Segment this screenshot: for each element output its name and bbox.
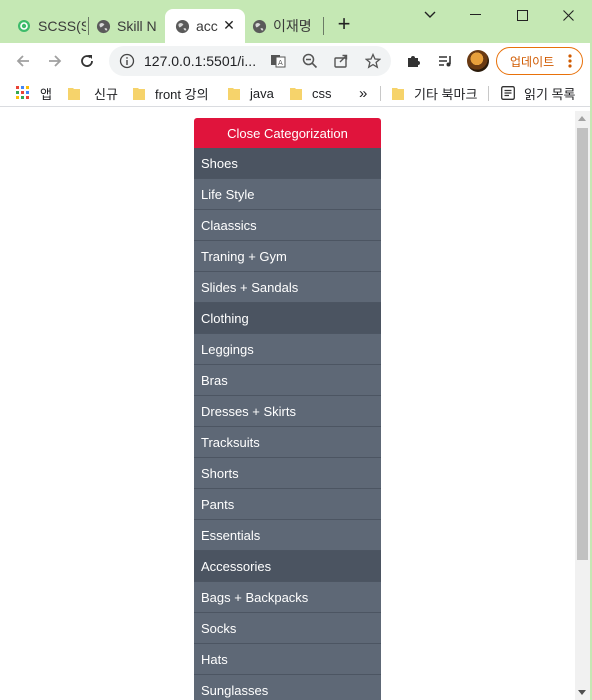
bookmark-label: 앱 xyxy=(40,86,52,102)
scroll-up-arrow-icon[interactable] xyxy=(578,116,586,121)
close-categorization-button[interactable]: Close Categorization xyxy=(194,118,381,148)
zoom-out-icon[interactable] xyxy=(301,52,319,70)
profile-avatar[interactable] xyxy=(467,50,489,72)
menu-category-heading[interactable]: Accessories xyxy=(194,551,381,582)
bookmark-folder-css[interactable]: css xyxy=(290,84,332,102)
forward-arrow-icon[interactable] xyxy=(43,49,67,73)
media-playlist-icon[interactable] xyxy=(433,49,457,73)
url-text: 127.0.0.1:5501/i... xyxy=(144,53,257,69)
folder-icon xyxy=(290,86,302,100)
menu-item[interactable]: Tracksuits xyxy=(194,427,381,458)
maximize-icon[interactable] xyxy=(507,4,537,26)
browser-toolbar: 127.0.0.1:5501/i... A 업데이트 xyxy=(0,43,592,79)
tab-search-chevron-icon[interactable] xyxy=(415,4,445,26)
share-icon[interactable] xyxy=(332,52,350,70)
tab-separator xyxy=(88,17,89,35)
menu-item[interactable]: Hats xyxy=(194,644,381,675)
scroll-down-arrow-icon[interactable] xyxy=(578,690,586,695)
bookmark-folder-new[interactable]: 신규 xyxy=(68,84,118,102)
menu-item[interactable]: Bras xyxy=(194,365,381,396)
page-viewport: Close Categorization Shoes Life Style Claa… xyxy=(0,111,575,700)
menu-item[interactable]: Dresses + Skirts xyxy=(194,396,381,427)
bookmarks-overflow-button[interactable]: » xyxy=(359,84,367,102)
tab-title: 이재명 xyxy=(273,18,312,34)
bookmark-folder-front[interactable]: front 강의 xyxy=(133,84,209,102)
menu-item[interactable]: Essentials xyxy=(194,520,381,551)
reload-icon[interactable] xyxy=(75,49,99,73)
vertical-scrollbar[interactable] xyxy=(575,111,590,700)
tab-skill[interactable]: Skill Nc xyxy=(95,9,157,43)
category-list: Shoes Life Style Claassics Traning + Gym Sli… xyxy=(194,148,381,700)
back-arrow-icon[interactable] xyxy=(11,49,35,73)
tab-scss[interactable]: SCSS(S xyxy=(16,9,86,43)
site-info-icon[interactable] xyxy=(119,53,135,69)
update-label: 업데이트 xyxy=(510,54,555,69)
menu-item[interactable]: Claassics xyxy=(194,210,381,241)
reading-list-icon xyxy=(501,86,515,100)
close-tab-icon[interactable]: ✕ xyxy=(221,17,237,33)
tab-title: acc xyxy=(196,18,218,34)
more-vertical-icon[interactable] xyxy=(568,53,572,69)
bookmark-folder-java[interactable]: java xyxy=(228,84,274,102)
minimize-icon[interactable] xyxy=(460,4,490,26)
globe-icon xyxy=(95,18,111,34)
folder-icon xyxy=(228,86,240,100)
extensions-puzzle-icon[interactable] xyxy=(401,49,425,73)
menu-item[interactable]: Sunglasses xyxy=(194,675,381,700)
menu-item[interactable]: Leggings xyxy=(194,334,381,365)
category-menu: Close Categorization Shoes Life Style Claa… xyxy=(194,118,381,700)
tab-news[interactable]: 이재명 xyxy=(251,9,321,43)
globe-icon xyxy=(174,18,190,34)
bookmarks-separator xyxy=(488,86,489,101)
other-bookmarks-folder[interactable]: 기타 북마크 xyxy=(392,84,477,102)
menu-item[interactable]: Slides + Sandals xyxy=(194,272,381,303)
tab-strip: SCSS(S Skill Nc acc ✕ 이재명 + xyxy=(0,0,592,43)
menu-item[interactable]: Life Style xyxy=(194,179,381,210)
scss-icon xyxy=(16,18,32,34)
bookmark-label: css xyxy=(312,85,332,101)
translate-icon[interactable]: A xyxy=(269,52,287,70)
menu-item[interactable]: Bags + Backpacks xyxy=(194,582,381,613)
tab-title: SCSS(S xyxy=(38,18,86,34)
folder-icon xyxy=(133,86,145,100)
reading-list-button[interactable]: 읽기 목록 xyxy=(501,84,575,102)
update-button[interactable]: 업데이트 xyxy=(496,47,583,75)
bookmark-label: java xyxy=(250,85,274,101)
close-window-icon[interactable] xyxy=(553,4,583,26)
menu-item[interactable]: Socks xyxy=(194,613,381,644)
tab-separator xyxy=(323,17,324,35)
bookmark-label: front 강의 xyxy=(155,86,209,102)
bookmark-apps[interactable]: 앱 xyxy=(16,84,52,102)
address-bar[interactable]: 127.0.0.1:5501/i... A xyxy=(109,46,391,76)
menu-item[interactable]: Traning + Gym xyxy=(194,241,381,272)
bookmarks-separator xyxy=(380,86,381,101)
svg-text:A: A xyxy=(278,59,283,67)
globe-icon xyxy=(251,18,267,34)
tab-title: Skill Nc xyxy=(117,18,157,34)
folder-icon xyxy=(68,86,80,100)
new-tab-button[interactable]: + xyxy=(333,13,355,36)
apps-grid-icon xyxy=(16,86,30,100)
folder-icon xyxy=(392,86,404,100)
menu-item[interactable]: Shorts xyxy=(194,458,381,489)
bookmark-label: 기타 북마크 xyxy=(414,86,478,102)
bookmark-label: 읽기 목록 xyxy=(524,86,576,102)
scrollbar-thumb[interactable] xyxy=(577,128,588,560)
menu-category-heading[interactable]: Clothing xyxy=(194,303,381,334)
bookmark-star-icon[interactable] xyxy=(364,52,382,70)
menu-item[interactable]: Pants xyxy=(194,489,381,520)
bookmarks-bar: 앱 신규 front 강의 java css » 기타 북마크 읽기 목록 xyxy=(0,79,592,107)
menu-category-heading[interactable]: Shoes xyxy=(194,148,381,179)
bookmark-label: 신규 xyxy=(94,86,118,102)
